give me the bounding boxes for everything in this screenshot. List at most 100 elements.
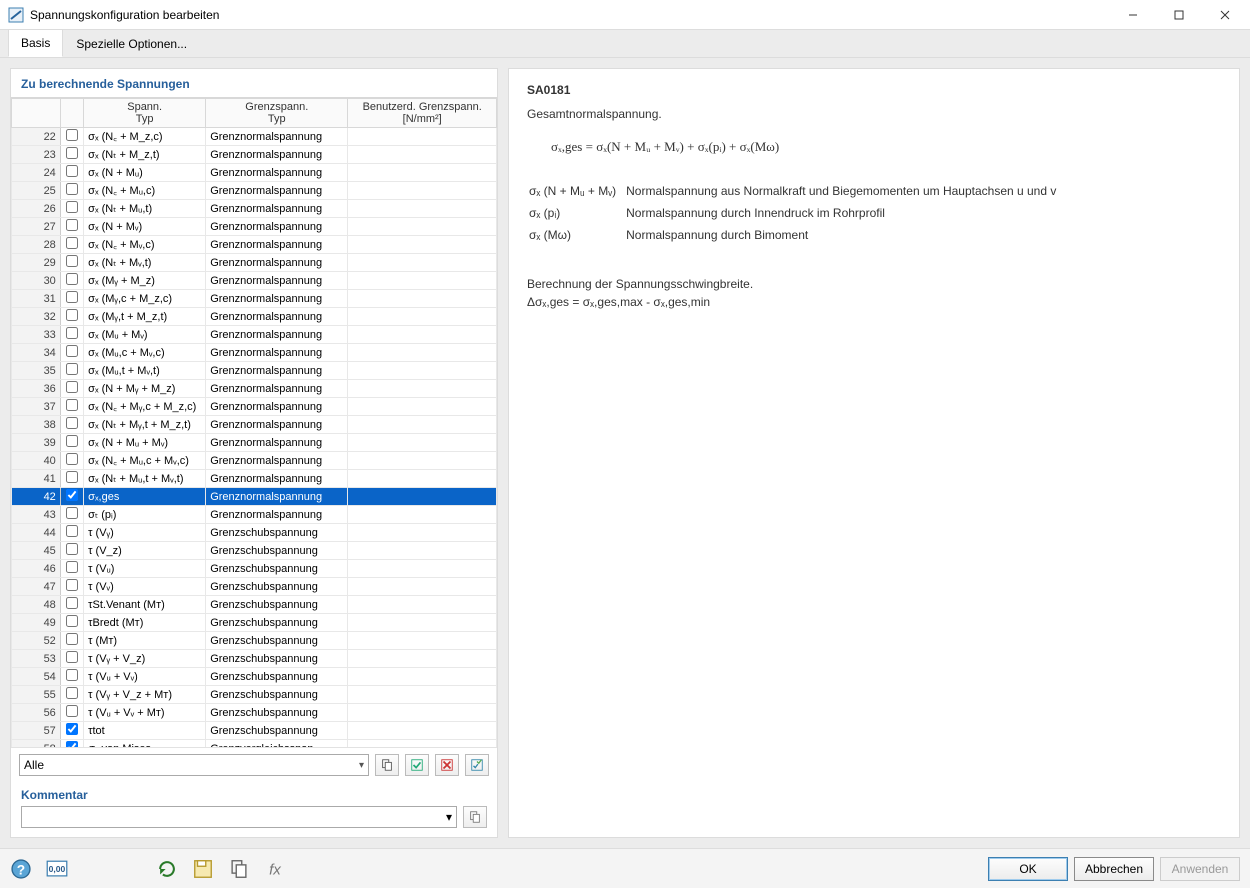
row-checkbox[interactable] [66, 273, 78, 285]
row-checkbox-cell[interactable] [60, 308, 83, 326]
stress-type-cell[interactable]: σₓ (Mᵧ,t + M_z,t) [84, 308, 206, 326]
row-checkbox-cell[interactable] [60, 650, 83, 668]
row-checkbox[interactable] [66, 615, 78, 627]
user-limit-cell[interactable] [348, 740, 497, 748]
limit-type-cell[interactable]: Grenzschubspannung [206, 650, 348, 668]
table-row[interactable]: 37σₓ (N꜀ + Mᵧ,c + M_z,c)Grenznormalspann… [12, 398, 497, 416]
limit-type-cell[interactable]: Grenznormalspannung [206, 200, 348, 218]
limit-type-cell[interactable]: Grenznormalspannung [206, 362, 348, 380]
stress-type-cell[interactable]: σₓ (Mᵤ,c + Mᵥ,c) [84, 344, 206, 362]
save-config-icon[interactable] [192, 858, 214, 880]
row-checkbox[interactable] [66, 633, 78, 645]
stress-type-cell[interactable]: τ (V_z) [84, 542, 206, 560]
row-checkbox[interactable] [66, 723, 78, 735]
table-row[interactable]: 58σᵥ,von MisesGrenzvergleichsspan... [12, 740, 497, 748]
table-row[interactable]: 31σₓ (Mᵧ,c + M_z,c)Grenznormalspannung [12, 290, 497, 308]
user-limit-cell[interactable] [348, 470, 497, 488]
stress-type-cell[interactable]: σᵥ,von Mises [84, 740, 206, 748]
row-checkbox-cell[interactable] [60, 722, 83, 740]
row-checkbox[interactable] [66, 147, 78, 159]
table-row[interactable]: 25σₓ (N꜀ + Mᵤ,c)Grenznormalspannung [12, 182, 497, 200]
table-row[interactable]: 55τ (Vᵧ + V_z + Mᴛ)Grenzschubspannung [12, 686, 497, 704]
stress-type-cell[interactable]: σₓ (N + Mᵧ + M_z) [84, 380, 206, 398]
table-row[interactable]: 56τ (Vᵤ + Vᵥ + Mᴛ)Grenzschubspannung [12, 704, 497, 722]
limit-type-cell[interactable]: Grenznormalspannung [206, 290, 348, 308]
row-checkbox[interactable] [66, 471, 78, 483]
minimize-button[interactable] [1110, 0, 1156, 30]
table-row[interactable]: 29σₓ (Nₜ + Mᵥ,t)Grenznormalspannung [12, 254, 497, 272]
row-checkbox[interactable] [66, 237, 78, 249]
table-row[interactable]: 27σₓ (N + Mᵥ)Grenznormalspannung [12, 218, 497, 236]
stress-type-cell[interactable]: σₓ,ges [84, 488, 206, 506]
table-row[interactable]: 44τ (Vᵧ)Grenzschubspannung [12, 524, 497, 542]
table-row[interactable]: 30σₓ (Mᵧ + M_z)Grenznormalspannung [12, 272, 497, 290]
limit-type-cell[interactable]: Grenznormalspannung [206, 452, 348, 470]
user-limit-cell[interactable] [348, 542, 497, 560]
row-checkbox-cell[interactable] [60, 416, 83, 434]
limit-type-cell[interactable]: Grenznormalspannung [206, 236, 348, 254]
row-checkbox[interactable] [66, 597, 78, 609]
row-checkbox[interactable] [66, 705, 78, 717]
user-limit-cell[interactable] [348, 578, 497, 596]
stress-type-cell[interactable]: σₓ (N꜀ + M_z,c) [84, 128, 206, 146]
row-checkbox-cell[interactable] [60, 452, 83, 470]
table-row[interactable]: 49τBredt (Mᴛ)Grenzschubspannung [12, 614, 497, 632]
stress-type-cell[interactable]: τ (Mᴛ) [84, 632, 206, 650]
row-checkbox[interactable] [66, 129, 78, 141]
row-checkbox[interactable] [66, 309, 78, 321]
row-checkbox[interactable] [66, 291, 78, 303]
row-checkbox[interactable] [66, 255, 78, 267]
table-row[interactable]: 41σₓ (Nₜ + Mᵤ,t + Mᵥ,t)Grenznormalspannu… [12, 470, 497, 488]
help-icon[interactable]: ? [10, 858, 32, 880]
stress-type-cell[interactable]: σₓ (N꜀ + Mᵥ,c) [84, 236, 206, 254]
col-spann-typ[interactable]: Spann.Typ [84, 99, 206, 128]
row-checkbox-cell[interactable] [60, 434, 83, 452]
row-checkbox[interactable] [66, 165, 78, 177]
col-grenzspann-typ[interactable]: Grenzspann.Typ [206, 99, 348, 128]
limit-type-cell[interactable]: Grenzschubspannung [206, 578, 348, 596]
row-checkbox[interactable] [66, 399, 78, 411]
row-checkbox-cell[interactable] [60, 164, 83, 182]
row-checkbox-cell[interactable] [60, 272, 83, 290]
row-checkbox-cell[interactable] [60, 542, 83, 560]
limit-type-cell[interactable]: Grenznormalspannung [206, 218, 348, 236]
row-checkbox[interactable] [66, 183, 78, 195]
user-limit-cell[interactable] [348, 308, 497, 326]
limit-type-cell[interactable]: Grenznormalspannung [206, 416, 348, 434]
user-limit-cell[interactable] [348, 614, 497, 632]
table-row[interactable]: 57τtotGrenzschubspannung [12, 722, 497, 740]
user-limit-cell[interactable] [348, 416, 497, 434]
table-row[interactable]: 48τSt.Venant (Mᴛ)Grenzschubspannung [12, 596, 497, 614]
user-limit-cell[interactable] [348, 524, 497, 542]
row-checkbox-cell[interactable] [60, 236, 83, 254]
limit-type-cell[interactable]: Grenznormalspannung [206, 380, 348, 398]
row-checkbox[interactable] [66, 669, 78, 681]
user-limit-cell[interactable] [348, 164, 497, 182]
stress-type-cell[interactable]: σₓ (Mᵤ,t + Mᵥ,t) [84, 362, 206, 380]
limit-type-cell[interactable]: Grenzschubspannung [206, 632, 348, 650]
user-limit-cell[interactable] [348, 236, 497, 254]
row-checkbox-cell[interactable] [60, 704, 83, 722]
row-checkbox-cell[interactable] [60, 344, 83, 362]
row-checkbox[interactable] [66, 219, 78, 231]
row-checkbox[interactable] [66, 651, 78, 663]
clipboard-icon[interactable] [228, 858, 250, 880]
user-limit-cell[interactable] [348, 290, 497, 308]
limit-type-cell[interactable]: Grenzschubspannung [206, 524, 348, 542]
user-limit-cell[interactable] [348, 722, 497, 740]
row-checkbox[interactable] [66, 453, 78, 465]
user-limit-cell[interactable] [348, 182, 497, 200]
stress-type-cell[interactable]: σₓ (Nₜ + Mᵤ,t) [84, 200, 206, 218]
row-checkbox-cell[interactable] [60, 182, 83, 200]
table-row[interactable]: 53τ (Vᵧ + V_z)Grenzschubspannung [12, 650, 497, 668]
table-row[interactable]: 43σₜ (pᵢ)Grenznormalspannung [12, 506, 497, 524]
row-checkbox-cell[interactable] [60, 668, 83, 686]
user-limit-cell[interactable] [348, 686, 497, 704]
row-checkbox-cell[interactable] [60, 398, 83, 416]
row-checkbox-cell[interactable] [60, 578, 83, 596]
user-limit-cell[interactable] [348, 326, 497, 344]
table-row[interactable]: 24σₓ (N + Mᵤ)Grenznormalspannung [12, 164, 497, 182]
user-limit-cell[interactable] [348, 488, 497, 506]
limit-type-cell[interactable]: Grenznormalspannung [206, 254, 348, 272]
user-limit-cell[interactable] [348, 344, 497, 362]
